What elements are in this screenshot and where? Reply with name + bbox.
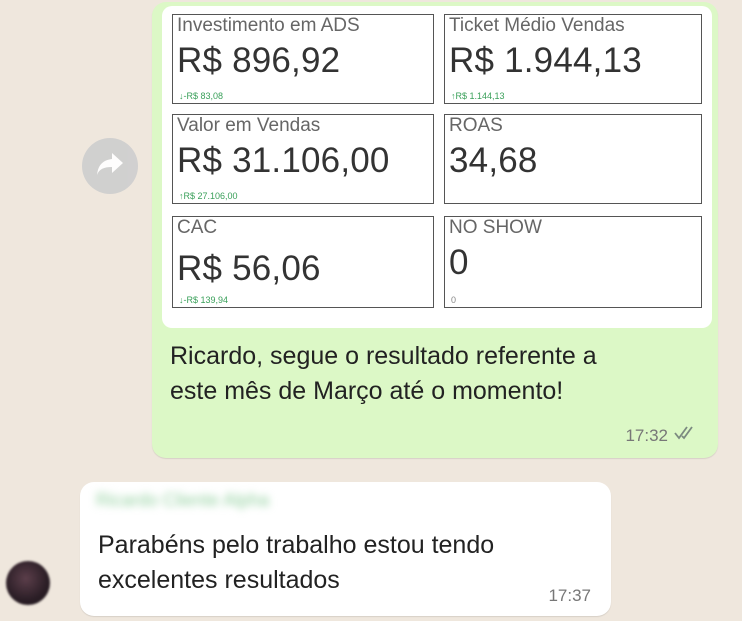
double-check-icon xyxy=(674,425,698,446)
tile-ticket-medio: Ticket Médio Vendas R$ 1.944,13 ↑R$ 1.14… xyxy=(444,14,702,104)
tile-cac: CAC R$ 56,06 ↓-R$ 139,94 xyxy=(172,216,434,308)
outgoing-message-text: Ricardo, segue o resultado referente a e… xyxy=(170,339,710,409)
tile-value: R$ 56,06 xyxy=(177,249,321,288)
tile-value: R$ 896,92 xyxy=(177,41,341,80)
forward-button[interactable] xyxy=(82,138,138,194)
tile-value: 34,68 xyxy=(449,141,538,180)
outgoing-message-bubble[interactable]: Investimento em ADS R$ 896,92 ↓-R$ 83,08… xyxy=(152,2,718,458)
incoming-message-text: Parabéns pelo trabalho estou tendo excel… xyxy=(98,528,494,598)
message-time: 17:32 xyxy=(625,425,668,445)
message-line: Ricardo, segue o resultado referente a xyxy=(170,342,597,370)
tile-delta: 0 xyxy=(451,295,457,305)
tile-delta: ↓-R$ 139,94 xyxy=(179,295,229,305)
dashboard-image[interactable]: Investimento em ADS R$ 896,92 ↓-R$ 83,08… xyxy=(162,6,712,328)
tile-label: Investimento em ADS xyxy=(177,15,360,36)
tile-value: R$ 31.106,00 xyxy=(177,141,390,180)
tile-no-show: NO SHOW 0 0 xyxy=(444,216,702,308)
message-line: este mês de Março até o momento! xyxy=(170,377,564,405)
tile-valor-vendas: Valor em Vendas R$ 31.106,00 ↑R$ 27.106,… xyxy=(172,114,434,204)
tile-investimento-ads: Investimento em ADS R$ 896,92 ↓-R$ 83,08 xyxy=(172,14,434,104)
tile-delta: ↑R$ 1.144,13 xyxy=(451,91,505,101)
forward-arrow-icon xyxy=(95,151,125,182)
tile-delta: ↓-R$ 83,08 xyxy=(179,91,224,101)
tile-label: Valor em Vendas xyxy=(177,115,321,136)
tile-label: NO SHOW xyxy=(449,217,542,238)
tile-label: ROAS xyxy=(449,115,503,136)
tile-label: CAC xyxy=(177,217,218,238)
tile-roas: ROAS 34,68 xyxy=(444,114,702,204)
message-meta: 17:32 xyxy=(625,425,698,446)
tile-value: 0 xyxy=(449,243,469,282)
tile-delta: ↑R$ 27.106,00 xyxy=(179,191,238,201)
message-time: 17:37 xyxy=(548,586,591,605)
sender-name[interactable]: Ricardo Cliente Alpha xyxy=(96,490,269,511)
avatar[interactable] xyxy=(6,561,50,605)
message-line: excelentes resultados xyxy=(98,566,340,594)
tile-value: R$ 1.944,13 xyxy=(449,41,642,80)
message-line: Parabéns pelo trabalho estou tendo xyxy=(98,531,495,559)
incoming-message-bubble[interactable]: Ricardo Cliente Alpha Parabéns pelo trab… xyxy=(80,482,611,616)
tile-label: Ticket Médio Vendas xyxy=(449,15,625,36)
